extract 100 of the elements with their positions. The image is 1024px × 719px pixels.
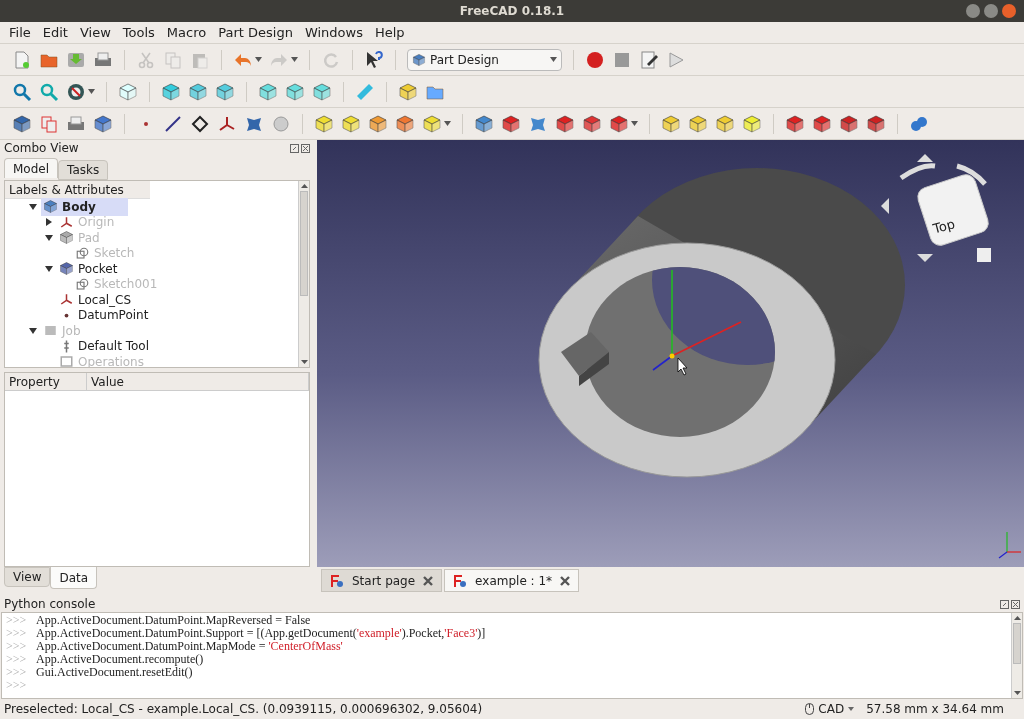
cube-icon[interactable] [582, 113, 602, 134]
cube-icon[interactable] [258, 81, 278, 102]
cube-icon[interactable] [12, 113, 32, 134]
cube-icon[interactable] [341, 113, 361, 134]
panel-tab[interactable]: Model [4, 158, 59, 178]
status-message: Preselected: Local_CS - example.Local_CS. (0.0939115, 0.000696302, 9.05604) [4, 701, 484, 718]
column-header[interactable]: Property [5, 373, 87, 390]
caret-icon [848, 707, 855, 711]
cube-icon[interactable] [785, 113, 805, 134]
diamond-icon[interactable] [190, 113, 210, 134]
tree-item[interactable]: Default Tool [57, 337, 181, 356]
navcube-face-label: Top [931, 216, 957, 237]
3d-viewport[interactable]: Top [317, 140, 1024, 567]
menu-item[interactable]: File [4, 22, 36, 43]
float-icon[interactable] [290, 143, 299, 153]
collapse-arrow-icon[interactable] [45, 264, 53, 273]
cube-icon[interactable] [839, 113, 859, 134]
console-prompt: >>> [6, 679, 28, 692]
panel-tab[interactable]: View [4, 567, 51, 587]
collapse-arrow-icon[interactable] [29, 326, 37, 335]
float-icon[interactable] [1000, 599, 1009, 609]
cube-icon[interactable] [555, 113, 575, 134]
menu-item[interactable]: Macro [161, 22, 212, 43]
zoom-icon[interactable] [39, 81, 59, 102]
cube-icon[interactable] [422, 113, 442, 134]
cube-icon[interactable] [661, 113, 681, 134]
caret-icon[interactable] [631, 121, 638, 126]
line-icon[interactable] [163, 113, 183, 134]
column-header[interactable]: Value [87, 373, 309, 390]
cube-icon[interactable] [161, 81, 181, 102]
close-tab-icon[interactable] [560, 575, 571, 586]
navigation-style-dropdown[interactable]: CAD [805, 700, 855, 718]
scroll-down-icon[interactable] [299, 357, 310, 367]
dimensions-label: 57.58 mm x 34.64 mm [866, 701, 1004, 718]
menu-item[interactable]: Part Design [213, 22, 298, 43]
workbench-dropdown[interactable]: Part Design [407, 48, 562, 71]
sketch-icon [75, 276, 90, 292]
scroll-down-icon[interactable] [1012, 688, 1023, 698]
caret-icon[interactable] [255, 57, 262, 62]
cube-icon[interactable] [688, 113, 708, 134]
caret-icon[interactable] [291, 57, 298, 62]
cube-icon[interactable] [501, 113, 521, 134]
cube-icon[interactable] [866, 113, 886, 134]
menu-item[interactable]: View [74, 22, 116, 43]
expand-arrow-icon[interactable] [45, 218, 53, 227]
scrollbar-thumb[interactable] [300, 191, 308, 296]
cube-icon[interactable] [395, 113, 415, 134]
scrollbar-thumb[interactable] [1013, 623, 1021, 665]
ring-model-drawing[interactable] [538, 168, 905, 478]
scroll-up-icon[interactable] [1012, 613, 1023, 623]
cube-icon[interactable] [314, 113, 334, 134]
cube-icon [59, 261, 74, 277]
close-icon[interactable] [1011, 599, 1020, 609]
document-tab[interactable]: example : 1* [444, 569, 580, 592]
close-icon[interactable] [301, 143, 310, 153]
console-line: App.ActiveDocument.recompute() [36, 653, 204, 666]
maximize-button[interactable] [984, 4, 998, 18]
help-cursor-icon[interactable] [364, 49, 384, 70]
menu-item[interactable]: Edit [37, 22, 73, 43]
cube-icon[interactable] [398, 81, 418, 102]
cube-icon[interactable] [742, 113, 762, 134]
cube-icon[interactable] [215, 81, 235, 102]
caret-icon [550, 57, 557, 62]
cube-icon[interactable] [118, 81, 138, 102]
cube-icon[interactable] [812, 113, 832, 134]
cube-icon[interactable] [312, 81, 332, 102]
no-entry-icon[interactable] [66, 81, 86, 102]
collapse-arrow-icon[interactable] [45, 233, 53, 242]
console-line: Gui.ActiveDocument.resetEdit() [36, 666, 193, 679]
record-icon[interactable] [585, 49, 605, 70]
panel-tab[interactable]: Data [50, 567, 98, 589]
document-tab[interactable]: Start page [321, 569, 443, 592]
cube-icon[interactable] [474, 113, 494, 134]
caret-icon[interactable] [88, 89, 95, 94]
app-logo-icon [453, 573, 468, 588]
cube-icon[interactable] [93, 113, 113, 134]
cube-icon[interactable] [368, 113, 388, 134]
zoom-icon[interactable] [12, 81, 32, 102]
menu-item[interactable]: Windows [299, 22, 368, 43]
menu-item[interactable]: Help [369, 22, 410, 43]
cube-icon[interactable] [188, 81, 208, 102]
panel-tab[interactable]: Tasks [58, 160, 109, 180]
window-title: FreeCAD 0.18.1 [459, 3, 565, 20]
menu-item[interactable]: Tools [117, 22, 160, 43]
cube-icon[interactable] [609, 113, 629, 134]
cube-icon[interactable] [285, 81, 305, 102]
edit-document-icon[interactable] [639, 49, 659, 70]
console-line: App.ActiveDocument.DatumPoint.Support = [(App.getDocument('example').Pocket,'Face3')] [36, 627, 486, 640]
console-prompt: >>> [6, 614, 28, 627]
cube-icon[interactable] [715, 113, 735, 134]
caret-icon[interactable] [444, 121, 451, 126]
minimize-button[interactable] [966, 4, 980, 18]
close-tab-icon[interactable] [423, 575, 434, 586]
copy-icon[interactable] [39, 113, 59, 134]
axis-triad-icon [998, 531, 1022, 559]
scroll-up-icon[interactable] [299, 181, 310, 191]
close-button[interactable] [1002, 4, 1016, 18]
app-logo-icon [330, 573, 344, 588]
console-line: App.ActiveDocument.DatumPoint.MapMode = 'CenterOfMass' [36, 640, 343, 653]
collapse-arrow-icon[interactable] [29, 202, 37, 211]
